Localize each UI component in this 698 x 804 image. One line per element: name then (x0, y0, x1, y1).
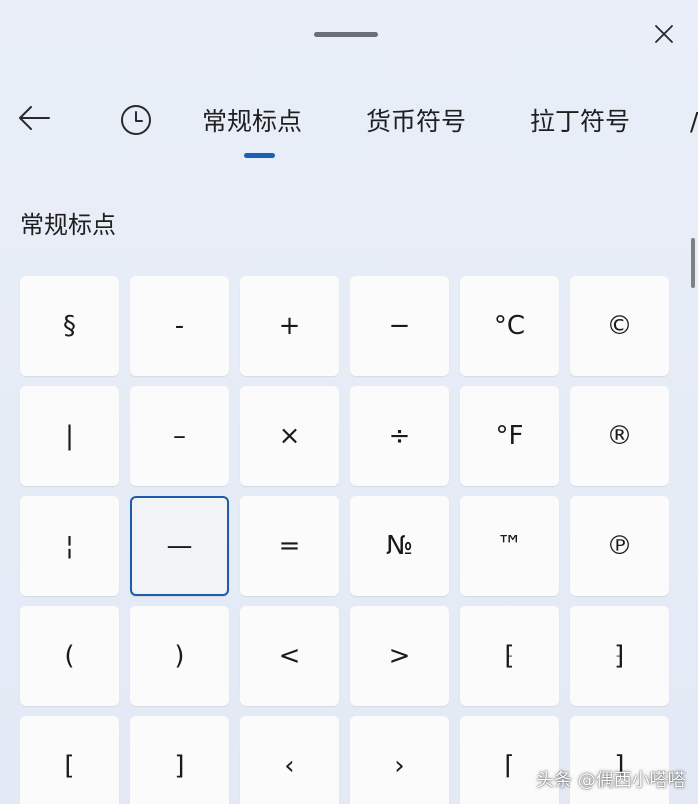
symbol-key[interactable]: > (350, 606, 449, 706)
symbol-key[interactable]: › (350, 716, 449, 804)
symbol-key[interactable]: [ (20, 716, 119, 804)
symbol-key[interactable]: ‹ (240, 716, 339, 804)
symbol-key[interactable]: = (240, 496, 339, 596)
symbol-key[interactable]: ] (130, 716, 229, 804)
symbol-key[interactable]: ÷ (350, 386, 449, 486)
symbol-key[interactable]: ⁅ (460, 606, 559, 706)
symbol-key[interactable]: – (130, 386, 229, 486)
tab-currency-symbols[interactable]: 货币符号 (366, 100, 466, 144)
watermark-text: 头条 @偶西小嗒嗒 (536, 770, 686, 791)
emoji-symbol-panel: 常规标点 货币符号 拉丁符号 / 常规标点 § - + − °C © | – ×… (0, 0, 698, 804)
section-title: 常规标点 (20, 211, 116, 239)
symbol-key[interactable]: № (350, 496, 449, 596)
symbol-key[interactable]: ™ (460, 496, 559, 596)
symbol-key[interactable]: ¦ (20, 496, 119, 596)
back-button[interactable] (12, 96, 56, 140)
symbol-key[interactable]: § (20, 276, 119, 376)
symbol-key[interactable]: ℗ (570, 496, 669, 596)
symbol-key-selected[interactable]: — (130, 496, 229, 596)
symbol-key[interactable]: − (350, 276, 449, 376)
symbol-key[interactable]: - (130, 276, 229, 376)
tab-overflow[interactable]: / (690, 100, 698, 144)
close-icon (655, 25, 673, 43)
symbol-key[interactable]: ⁆ (570, 606, 669, 706)
drag-handle[interactable] (314, 32, 378, 37)
symbol-key[interactable]: + (240, 276, 339, 376)
symbol-key[interactable]: ) (130, 606, 229, 706)
symbol-key[interactable]: | (20, 386, 119, 486)
symbol-key[interactable]: °F (460, 386, 559, 486)
close-button[interactable] (646, 16, 682, 52)
clock-icon (121, 105, 151, 135)
symbol-key[interactable]: ® (570, 386, 669, 486)
history-button[interactable] (114, 98, 158, 142)
tab-selected-indicator (244, 153, 275, 158)
symbol-key[interactable]: < (240, 606, 339, 706)
symbol-grid: § - + − °C © | – × ÷ °F ® ¦ — = № ™ ℗ ( … (20, 276, 669, 804)
symbol-key[interactable]: ( (20, 606, 119, 706)
symbol-key[interactable]: © (570, 276, 669, 376)
back-arrow-icon (19, 106, 50, 130)
scrollbar-thumb[interactable] (691, 238, 695, 288)
symbol-key[interactable]: °C (460, 276, 559, 376)
tab-general-punctuation[interactable]: 常规标点 (202, 100, 302, 144)
symbol-key[interactable]: × (240, 386, 339, 486)
tab-latin-symbols[interactable]: 拉丁符号 (530, 100, 630, 144)
